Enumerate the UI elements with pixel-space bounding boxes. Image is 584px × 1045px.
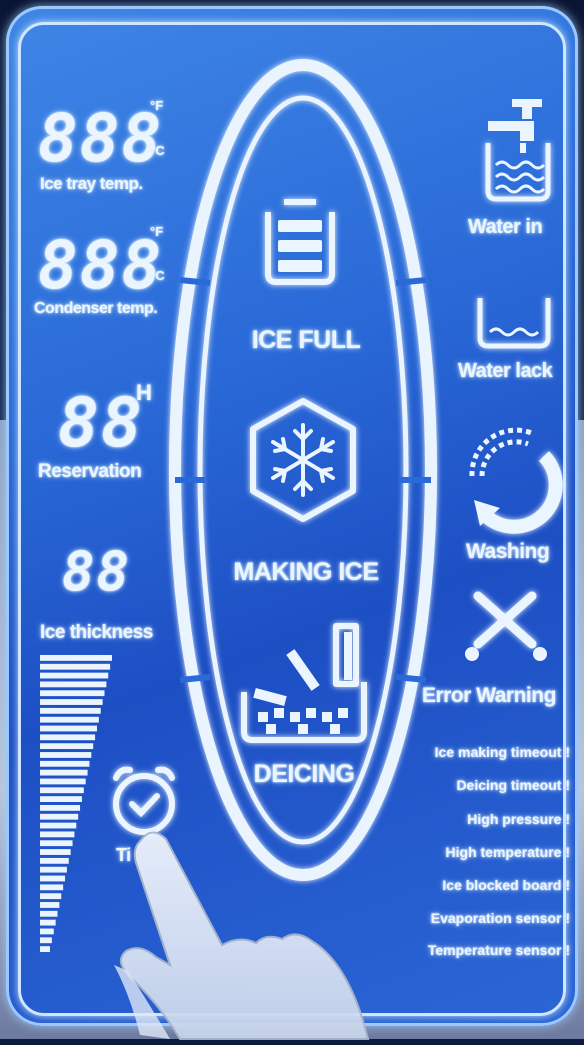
ice-tray-unit-f: °F [150,98,164,113]
condenser-unit-c: °C [150,268,165,283]
thickness-segment [40,928,54,935]
water-lack-label: Water lack [458,360,553,382]
thickness-segment [40,707,101,714]
ice-thickness-display: 88 [62,540,132,603]
thickness-segment [40,778,86,785]
thickness-segment [40,857,69,864]
error-temperature-sensor: Temperature sensor ! [427,942,570,958]
thickness-segment [40,681,107,688]
condenser-temp-display: 888 [38,227,164,304]
deicing-label: DEICING [253,760,355,788]
ice-thickness-label: Ice thickness [40,622,153,643]
ice-tray-unit-c: °C [150,143,165,158]
reservation-display: 88 [58,384,144,463]
error-ice-blocked-board: Ice blocked board ! [442,877,570,893]
thickness-segment [40,840,73,847]
error-warning-icon [465,591,547,661]
error-ice-making-timeout: Ice making timeout ! [434,744,570,760]
error-evaporation-sensor: Evaporation sensor ! [430,910,570,926]
thickness-segment [40,716,99,723]
thickness-segment [40,734,96,741]
reservation-unit-h: H [136,380,152,405]
thickness-segment [40,813,79,820]
water-in-label: Water in [468,216,543,238]
thickness-segment [40,805,81,811]
thickness-segment [40,849,71,855]
thickness-segment [40,663,111,670]
thickness-segment [40,796,82,802]
making-ice-label: MAKING ICE [233,558,380,586]
thickness-segment [40,690,105,697]
water-in-faucet-icon [485,99,551,202]
ice-full-icon [265,199,335,285]
water-lack-icon [477,298,551,349]
thickness-segment [40,893,62,900]
thickness-segment [40,946,50,952]
thickness-segment [40,672,109,679]
reservation-label: Reservation [38,461,142,482]
washing-label: Washing [466,540,550,563]
condenser-temp-label: Condenser temp. [34,300,158,317]
thickness-segment [40,884,64,891]
thickness-segment [40,743,94,750]
thickness-segment [40,902,60,908]
ice-full-label: ICE FULL [251,326,361,354]
ice-tray-temp-label: Ice tray temp. [40,174,143,193]
thickness-segment [40,655,112,661]
thickness-segment [40,699,103,705]
deicing-icon [241,623,367,743]
error-warning-label: Error Warning [422,684,556,707]
error-high-temperature: High temperature ! [445,844,570,860]
thickness-segment [40,919,56,926]
thickness-segment [40,822,77,829]
condenser-unit-f: °F [150,224,164,239]
thickness-segment [40,725,97,732]
ice-tray-temp-display: 888 [38,100,164,177]
washing-icon [469,427,563,534]
error-deicing-timeout: Deicing timeout ! [456,777,570,793]
thickness-segment [40,769,88,776]
thickness-segment [40,866,67,873]
thickness-segment [40,831,75,838]
thickness-segment [40,875,66,882]
thickness-segment [40,910,58,917]
thickness-segment [40,752,92,758]
thickness-segment [40,787,84,794]
error-high-pressure: High pressure ! [467,811,570,827]
making-ice-snowflake-icon [250,398,356,522]
hand-pointer-icon [114,831,370,1040]
thickness-segment [40,760,90,767]
thickness-segment [40,937,52,944]
